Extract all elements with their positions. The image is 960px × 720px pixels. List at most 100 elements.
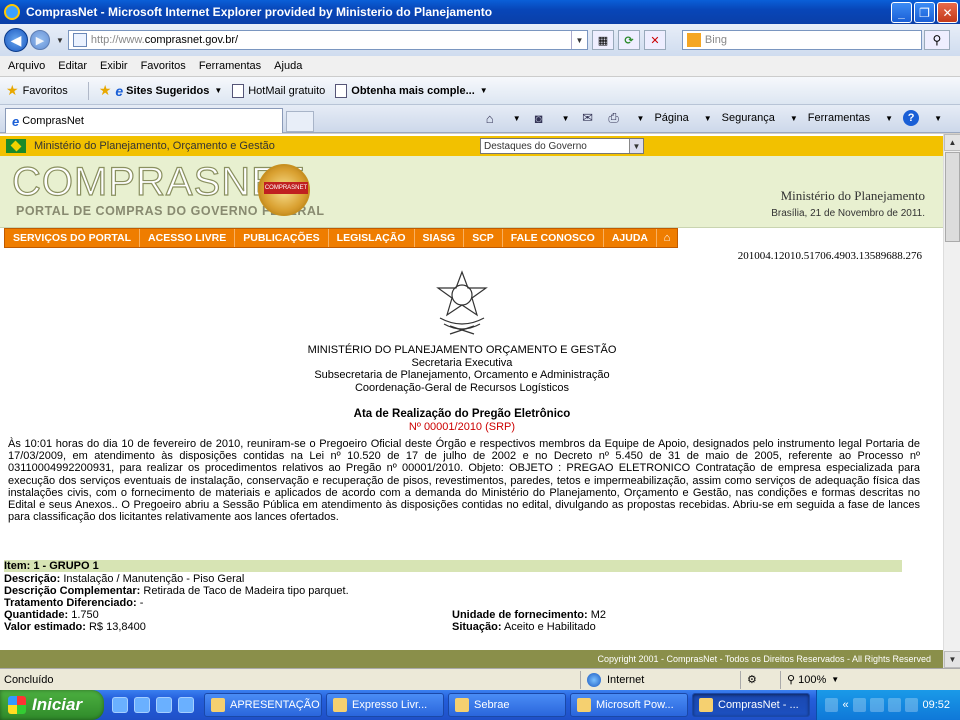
quick-launch-icon[interactable]: [112, 697, 128, 713]
chevron-down-icon[interactable]: ▼: [934, 114, 942, 123]
magnifier-icon: ⚲: [787, 674, 799, 686]
mail-icon[interactable]: ✉: [580, 110, 596, 126]
quick-launch-icon[interactable]: [134, 697, 150, 713]
task-comprasnet[interactable]: ComprasNet - ...: [692, 693, 810, 717]
scroll-thumb[interactable]: [945, 152, 960, 242]
forward-button[interactable]: ▶: [30, 30, 50, 50]
tab-comprasnet[interactable]: e ComprasNet: [5, 108, 283, 133]
menu-arquivo[interactable]: Arquivo: [8, 60, 45, 72]
task-label: APRESENTAÇÃO: [230, 699, 320, 711]
tools-menu[interactable]: Ferramentas: [808, 112, 870, 124]
chevron-down-icon[interactable]: ▼: [513, 114, 521, 123]
document-code: 201004.12010.51706.4903.13589688.276: [737, 250, 922, 262]
search-input[interactable]: Bing: [681, 30, 922, 50]
nav-publicacoes[interactable]: PUBLICAÇÕES: [235, 229, 329, 247]
copyright-text: Copyright 2001 - ComprasNet - Todos os D…: [597, 654, 931, 664]
chevron-down-icon[interactable]: ▼: [562, 114, 570, 123]
item-quantity-row: Quantidade: 1.750: [4, 609, 99, 622]
window-titlebar: ComprasNet - Microsoft Internet Explorer…: [0, 0, 960, 24]
security-menu[interactable]: Segurança: [722, 112, 775, 124]
tray-icon[interactable]: [905, 698, 919, 712]
address-dropdown-icon[interactable]: ▼: [570, 31, 587, 49]
menu-editar[interactable]: Editar: [58, 60, 87, 72]
item-complement-row: Descrição Complementar: Retirada de Taco…: [4, 585, 349, 598]
feeds-icon[interactable]: ◙: [531, 110, 547, 126]
tray-expand-icon[interactable]: «: [842, 699, 848, 711]
history-dropdown-icon[interactable]: ▼: [56, 36, 64, 45]
start-button[interactable]: Iniciar: [0, 690, 104, 720]
chevron-down-icon: ▼: [214, 86, 223, 95]
ie-icon: e: [12, 113, 20, 129]
quick-launch: [112, 697, 194, 713]
nav-legislacao[interactable]: LEGISLAÇÃO: [329, 229, 415, 247]
minimize-button[interactable]: _: [891, 2, 912, 23]
divider: [87, 81, 89, 100]
star-icon: ★: [6, 82, 19, 98]
fav-label: HotMail gratuito: [248, 84, 326, 97]
help-icon[interactable]: ?: [903, 110, 920, 126]
nav-scp[interactable]: SCP: [464, 229, 503, 247]
new-tab-button[interactable]: [286, 111, 314, 132]
protected-mode-icon[interactable]: ⚙: [740, 670, 780, 689]
field-value: R$ 13,8400: [88, 621, 146, 633]
home-icon[interactable]: ⌂: [482, 110, 498, 126]
fav-obtenha[interactable]: Obtenha mais comple... ▼: [335, 83, 488, 98]
nav-siasg[interactable]: SIASG: [415, 229, 465, 247]
seal-label: COMPRASNET: [264, 182, 308, 194]
firefox-icon: [333, 698, 347, 712]
header-line: MINISTÉRIO DO PLANEJAMENTO ORÇAMENTO E G…: [307, 344, 617, 356]
nav-ajuda[interactable]: AJUDA: [604, 229, 657, 247]
tray-icon[interactable]: [870, 698, 884, 712]
favorites-button[interactable]: ★ Favoritos: [6, 82, 68, 99]
close-button[interactable]: ✕: [937, 2, 958, 23]
maximize-button[interactable]: ❐: [914, 2, 935, 23]
nav-servicos[interactable]: SERVIÇOS DO PORTAL: [5, 229, 141, 247]
scroll-down-icon[interactable]: ▼: [944, 651, 960, 668]
task-apresentacao[interactable]: APRESENTAÇÃO: [204, 693, 322, 717]
window-title: ComprasNet - Microsoft Internet Explorer…: [26, 5, 493, 19]
compatibility-icon[interactable]: ▦: [591, 30, 614, 50]
back-button[interactable]: ◀: [4, 28, 28, 52]
help-tray-icon[interactable]: [825, 698, 839, 712]
field-label: Quantidade:: [4, 609, 69, 621]
header-line: Subsecretaria de Planejamento, Orcamento…: [314, 369, 610, 381]
add-favorite-icon[interactable]: ★: [99, 82, 112, 99]
vertical-scrollbar[interactable]: ▲ ▼: [943, 134, 960, 668]
status-text: Concluído: [4, 673, 54, 686]
menu-favoritos[interactable]: Favoritos: [141, 60, 186, 72]
command-bar: ⌂ ▼ ◙ ▼ ✉ ⎙ ▼ Página ▼ Segurança ▼ Ferra…: [482, 110, 942, 126]
tray-icon[interactable]: [852, 698, 867, 712]
chevron-down-icon: ▼: [703, 113, 712, 123]
chevron-down-icon[interactable]: ▼: [637, 114, 645, 123]
field-value: Aceito e Habilitado: [503, 621, 596, 633]
gov-highlights-select[interactable]: Destaques do Governo ▼: [480, 138, 644, 154]
page-menu[interactable]: Página: [654, 112, 688, 124]
print-icon[interactable]: ⎙: [606, 110, 622, 126]
field-label: Unidade de fornecimento:: [452, 609, 588, 621]
menu-ferramentas[interactable]: Ferramentas: [199, 60, 261, 72]
zoom-control[interactable]: ⚲ 100% ▼: [780, 670, 845, 689]
nav-acesso-livre[interactable]: ACESSO LIVRE: [140, 229, 236, 247]
task-expresso[interactable]: Expresso Livr...: [326, 693, 444, 717]
menu-exibir[interactable]: Exibir: [100, 60, 128, 72]
search-button[interactable]: ⚲: [923, 30, 950, 50]
ie-icon[interactable]: [156, 697, 172, 713]
tab-row: e ComprasNet ⌂ ▼ ◙ ▼ ✉ ⎙ ▼ Página ▼ Segu…: [0, 105, 960, 133]
scroll-up-icon[interactable]: ▲: [944, 134, 960, 151]
task-sebrae[interactable]: Sebrae: [448, 693, 566, 717]
tray-icon[interactable]: [887, 698, 901, 712]
nav-home-icon[interactable]: ⌂: [656, 229, 677, 247]
stop-icon[interactable]: ✕: [643, 30, 666, 50]
menu-ajuda[interactable]: Ajuda: [274, 60, 302, 72]
favorites-label: Favoritos: [22, 84, 68, 97]
fav-hotmail[interactable]: HotMail gratuito: [232, 83, 326, 98]
task-powerpoint[interactable]: Microsoft Pow...: [570, 693, 688, 717]
refresh-icon[interactable]: ⟳: [617, 30, 640, 50]
fav-sites-sugeridos[interactable]: e Sites Sugeridos ▼: [115, 83, 222, 99]
fav-label: Sites Sugeridos: [126, 84, 210, 97]
firefox-icon[interactable]: [178, 697, 194, 713]
tab-label: ComprasNet: [22, 115, 84, 127]
task-label: Expresso Livr...: [352, 699, 428, 711]
address-input[interactable]: http://www. comprasnet.gov.br/ ▼: [67, 30, 588, 50]
nav-fale-conosco[interactable]: FALE CONOSCO: [503, 229, 604, 247]
